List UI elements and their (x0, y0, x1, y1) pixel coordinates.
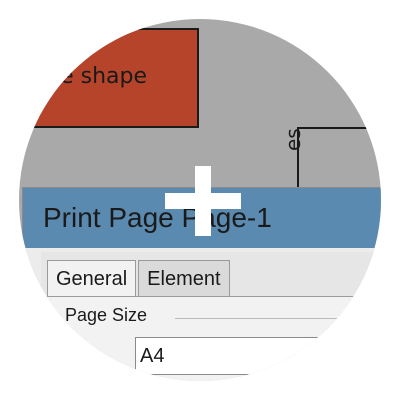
dialog-body: General Element Page Size A4 (41, 252, 381, 381)
page-size-group-title: Page Size (65, 305, 154, 326)
tab-bar: General Element (47, 260, 232, 297)
magnifier-lens: ble shape es Print Page Page-1 General E… (19, 19, 381, 381)
canvas-shape[interactable]: ble shape (19, 28, 199, 128)
page-size-select[interactable]: A4 (135, 337, 321, 375)
shape-label: ble shape (40, 64, 147, 89)
group-divider (175, 318, 375, 319)
crosshair-cursor-bar (165, 193, 241, 209)
tab-panel: Page Size A4 (45, 296, 381, 381)
tab-element[interactable]: Element (138, 260, 230, 297)
tab-general[interactable]: General (47, 260, 137, 297)
vertical-label: es (281, 128, 305, 151)
